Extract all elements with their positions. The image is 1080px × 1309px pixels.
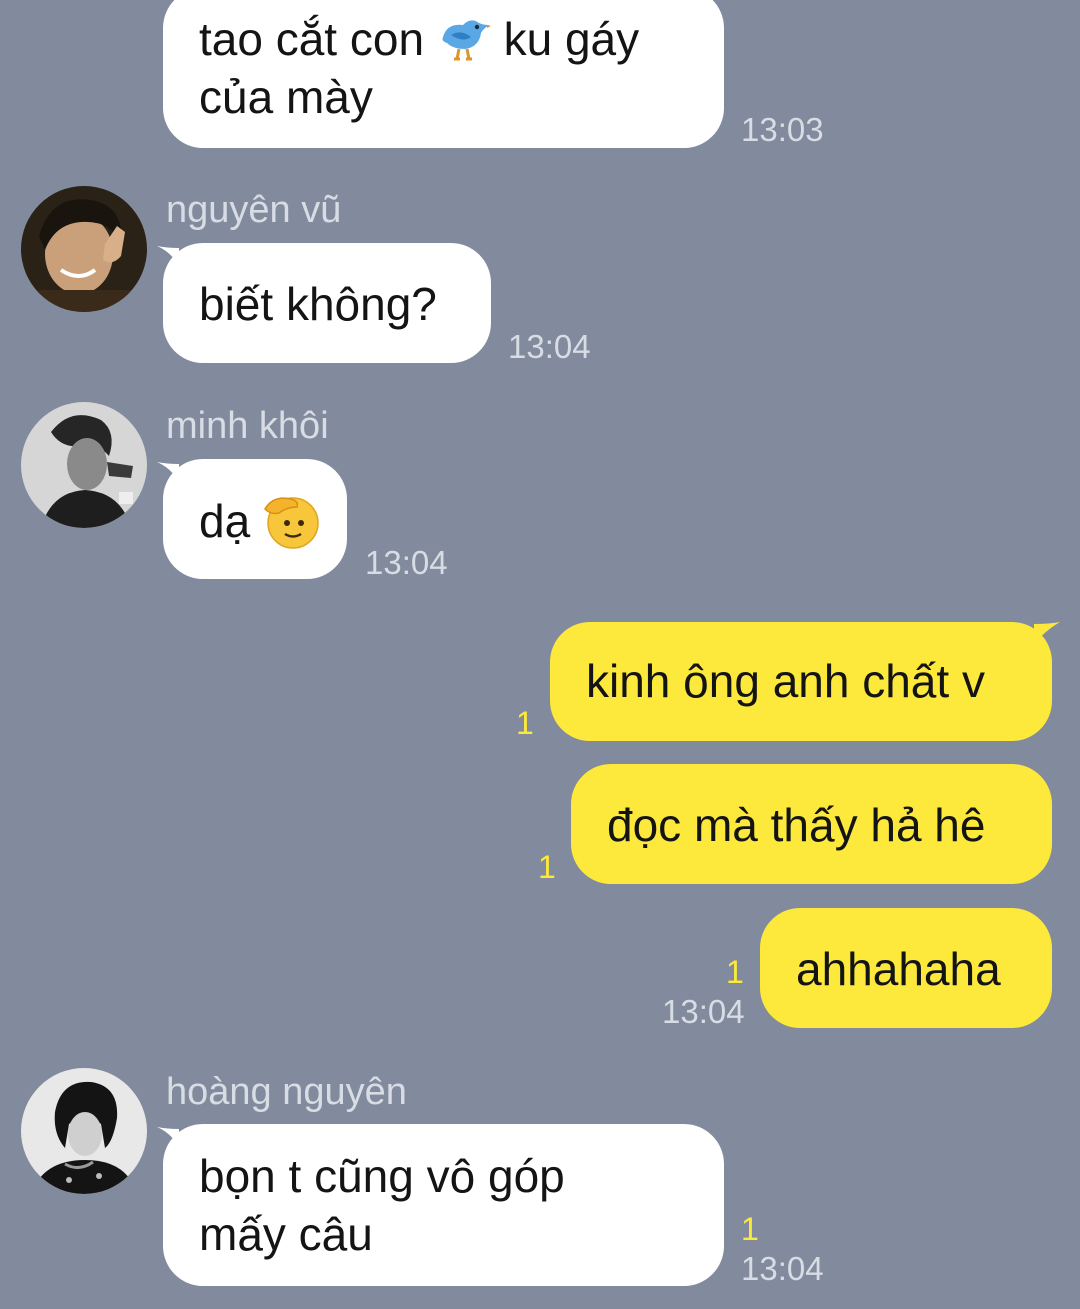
avatar-photo-hoang-nguyen	[21, 1068, 147, 1194]
message-text: biết không?	[199, 278, 437, 330]
avatar[interactable]	[21, 1068, 147, 1194]
avatar[interactable]	[21, 186, 147, 312]
blue-bird-icon	[442, 20, 491, 61]
avatar-photo-nguyen-vu	[21, 186, 147, 312]
message-text-line-1: bọn t cũng vô góp	[199, 1150, 565, 1202]
unread-count: 1	[516, 705, 534, 741]
unread-count: 1	[726, 954, 744, 990]
sender-name: minh khôi	[166, 405, 329, 447]
message-text: ahhahaha	[796, 943, 1001, 995]
avatar[interactable]	[21, 402, 147, 528]
bubble-tail	[1034, 622, 1060, 644]
message-time: 13:04	[508, 328, 591, 365]
message-text-line-1: tao cắt con ku gáy	[199, 13, 640, 65]
message-text-line-2: của mày	[199, 71, 373, 123]
sender-name: nguyên vũ	[166, 189, 342, 231]
sender-name: hoàng nguyên	[166, 1071, 407, 1113]
message-time: 13:04	[365, 544, 448, 581]
message-text: dạ	[199, 495, 251, 547]
message-time: 13:03	[741, 111, 824, 148]
message-bubble[interactable]: ahhahaha	[760, 908, 1052, 1028]
message-time: 13:04	[741, 1250, 824, 1287]
message-text-line-2: mấy câu	[199, 1208, 373, 1260]
message-bubble[interactable]: bọn t cũng vô góp mấy câu	[163, 1124, 724, 1286]
message-text: đọc mà thấy hả hê	[607, 799, 986, 851]
message-time: 13:04	[662, 993, 745, 1030]
message-bubble[interactable]: biết không?	[163, 243, 491, 363]
saluting-face-icon	[264, 497, 319, 549]
message-text: kinh ông anh chất v	[586, 655, 985, 707]
message-bubble[interactable]: kinh ông anh chất v	[550, 622, 1052, 741]
avatar-photo-minh-khoi	[21, 402, 147, 528]
message-bubble[interactable]: tao cắt con ku gáy của mày	[163, 0, 724, 148]
unread-count: 1	[741, 1211, 759, 1247]
message-bubble[interactable]: dạ	[163, 459, 347, 579]
unread-count: 1	[538, 849, 556, 885]
message-bubble[interactable]: đọc mà thấy hả hê	[571, 764, 1052, 884]
